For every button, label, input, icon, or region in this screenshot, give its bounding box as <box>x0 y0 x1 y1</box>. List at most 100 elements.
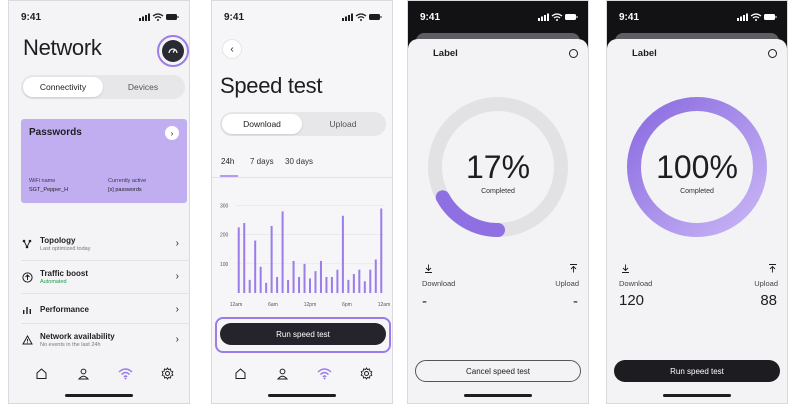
status-time: 9:41 <box>224 12 245 23</box>
sheet-label: Label <box>433 48 458 59</box>
divider <box>21 323 189 324</box>
bar <box>298 276 301 293</box>
bar <box>363 281 366 293</box>
radio-icon[interactable] <box>569 49 578 58</box>
upload-value: 88 <box>760 292 777 309</box>
sheet-label: Label <box>632 48 657 59</box>
range-tab-30-days[interactable]: 30 days <box>285 157 313 166</box>
active-value: [x] passwords <box>108 187 142 193</box>
upload-label: Upload <box>754 279 778 288</box>
wifi-icon[interactable] <box>316 365 332 381</box>
bar <box>325 276 328 293</box>
x-tick-label: 6pm <box>342 302 352 308</box>
range-tab-24h[interactable]: 24h <box>221 157 234 166</box>
upload-label: Upload <box>555 279 579 288</box>
bar <box>314 271 317 293</box>
bar <box>369 269 372 293</box>
list-item-topology[interactable]: Topology Last optimized today › <box>9 231 189 257</box>
bar <box>292 260 295 293</box>
tab-bar <box>212 359 392 387</box>
speed-test-screen: 9:41 ‹ Speed test Download Upload 24h 7 … <box>211 0 393 404</box>
tab-connectivity[interactable]: Connectivity <box>23 77 103 97</box>
gear-icon[interactable] <box>159 365 175 381</box>
progress-screen-complete: 9:41 Label 100% Completed Download Uploa… <box>606 0 788 404</box>
bar <box>347 279 350 293</box>
run-speed-test-button[interactable]: Run speed test <box>614 360 780 382</box>
upload-arrow-icon <box>569 264 578 275</box>
divider <box>212 177 392 178</box>
list-item-network-availability[interactable]: Network availability No events in the la… <box>9 327 189 353</box>
bar <box>336 269 339 293</box>
user-icon[interactable] <box>75 365 91 381</box>
bar <box>287 279 290 293</box>
chevron-right-icon: › <box>175 334 179 345</box>
cancel-speed-test-button[interactable]: Cancel speed test <box>415 360 581 382</box>
bar <box>248 279 251 293</box>
speed-test-button[interactable] <box>157 35 189 67</box>
boost-icon <box>21 271 33 283</box>
progress-sheet: Label 17% Completed Download Upload - - … <box>408 39 588 403</box>
download-value: - <box>422 293 427 310</box>
wifi-label: WiFi name <box>29 178 56 184</box>
item-subtitle: No events in the last 24h <box>40 342 101 348</box>
home-icon[interactable] <box>33 365 49 381</box>
page-title: Network <box>23 35 102 60</box>
wifi-value: SGT_Pepper_H <box>29 187 69 193</box>
x-tick-label: 12pm <box>304 302 317 308</box>
list-item-performance[interactable]: Performance › <box>9 297 189 323</box>
home-icon[interactable] <box>232 365 248 381</box>
download-label: Download <box>619 279 653 288</box>
back-button[interactable]: ‹ <box>222 39 242 59</box>
bar <box>330 276 333 293</box>
upload-arrow-icon <box>768 264 777 275</box>
item-subtitle: Automated <box>40 279 67 285</box>
tab-bar <box>9 359 189 387</box>
bar <box>352 274 355 293</box>
status-icons <box>139 13 179 21</box>
bar <box>281 211 284 293</box>
home-indicator <box>464 394 532 397</box>
bar <box>374 259 377 293</box>
bar <box>265 282 268 293</box>
network-screen: 9:41 Network Connectivity Devices Passwo… <box>8 0 190 404</box>
bar <box>270 225 273 293</box>
completed-label: Completed <box>481 188 515 195</box>
status-bar: 9:41 <box>607 1 787 31</box>
status-time: 9:41 <box>21 12 42 23</box>
radio-icon[interactable] <box>768 49 777 58</box>
bar <box>303 263 306 293</box>
progress-screen-running: 9:41 Label 17% Completed Download Upload… <box>407 0 589 404</box>
list-item-traffic-boost[interactable]: Traffic boost Automated › <box>9 264 189 290</box>
status-bar: 9:41 <box>9 1 189 31</box>
item-title: Topology <box>40 236 76 245</box>
wifi-icon[interactable] <box>117 365 133 381</box>
home-indicator <box>663 394 731 397</box>
passwords-card[interactable]: Passwords › WiFi name SGT_Pepper_H Curre… <box>21 119 187 203</box>
progress-sheet: Label 100% Completed Download Upload 120… <box>607 39 787 403</box>
user-icon[interactable] <box>274 365 290 381</box>
speed-bar-chart: 300 200 100 12am 6am 12pm 6pm 12am <box>220 204 391 308</box>
page-title: Speed test <box>220 73 323 98</box>
chevron-right-icon: › <box>175 304 179 315</box>
y-tick-label: 200 <box>220 233 229 239</box>
home-indicator <box>268 394 336 397</box>
card-title: Passwords <box>29 127 82 138</box>
bar <box>259 266 262 293</box>
tab-devices[interactable]: Devices <box>103 77 183 97</box>
range-tab-7-days[interactable]: 7 days <box>250 157 274 166</box>
run-speed-test-button[interactable]: Run speed test <box>220 323 386 345</box>
x-tick-label: 12am <box>378 302 391 308</box>
home-indicator <box>65 394 133 397</box>
x-tick-label: 6am <box>268 302 278 308</box>
status-time: 9:41 <box>420 12 441 23</box>
gear-icon[interactable] <box>358 365 374 381</box>
completed-label: Completed <box>680 188 714 195</box>
bar <box>243 223 246 293</box>
tab-upload[interactable]: Upload <box>302 114 384 134</box>
chevron-right-icon[interactable]: › <box>165 126 179 140</box>
item-title: Network availability <box>40 332 115 341</box>
segmented-control: Connectivity Devices <box>21 75 185 99</box>
status-icons <box>342 13 382 21</box>
tab-download[interactable]: Download <box>222 114 302 134</box>
download-label: Download <box>422 279 456 288</box>
